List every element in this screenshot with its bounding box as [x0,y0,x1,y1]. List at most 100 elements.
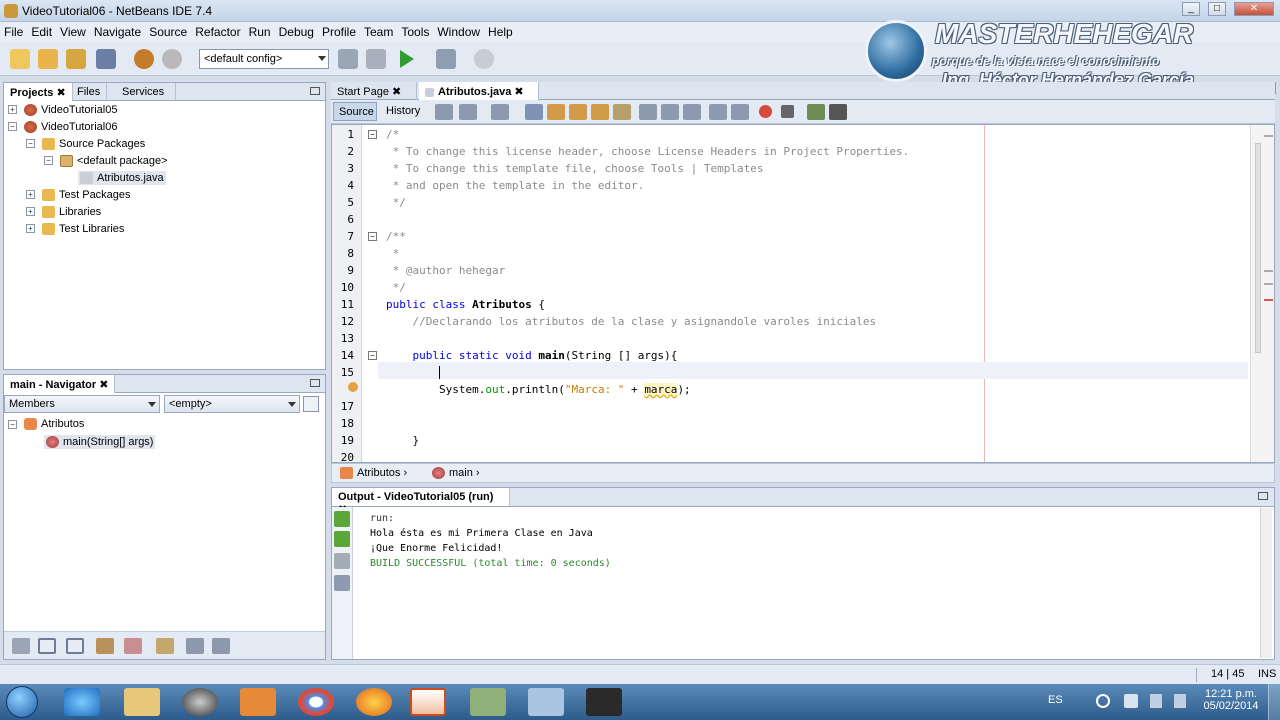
menu-tools[interactable]: Tools [397,22,433,39]
start-macro-icon[interactable] [759,105,772,118]
tab-start-page[interactable]: Start Page ✖ [331,82,417,100]
collapse-icon[interactable]: − [44,156,53,165]
sort-icon[interactable] [156,638,174,654]
filter-inherited-icon[interactable] [38,638,56,654]
volume-icon[interactable] [1174,694,1186,708]
comment-icon[interactable] [807,104,825,120]
fold-toggle-icon[interactable]: − [368,232,377,241]
menu-help[interactable]: Help [484,22,517,39]
close-icon[interactable]: ✖ [514,86,523,98]
history-subtab[interactable]: History [381,102,427,121]
debug-project-icon[interactable] [436,49,456,69]
battery-icon[interactable] [1150,694,1162,708]
menu-window[interactable]: Window [433,22,484,39]
menu-team[interactable]: Team [360,22,397,39]
save-all-icon[interactable] [96,49,116,69]
menu-refactor[interactable]: Refactor [191,22,244,39]
code-editor[interactable]: 1 2 3 4 5 6 7 8 9 10 11 12 13 14 15 17 1… [331,124,1275,464]
show-desktop-button[interactable] [1268,684,1280,720]
tab-services[interactable]: Services [116,83,176,101]
profile-project-icon[interactable] [474,49,494,69]
filter-fields-icon[interactable] [12,638,30,654]
source-subtab[interactable]: Source [333,102,377,121]
stop-macro-icon[interactable] [781,105,794,118]
menu-file[interactable]: File [0,22,27,39]
members-select[interactable]: Members [4,395,160,413]
tab-output[interactable]: Output - VideoTutorial05 (run) ✖ [332,488,510,516]
tree-project-videotutorial06[interactable]: VideoTutorial06 [24,121,117,134]
menu-profile[interactable]: Profile [318,22,360,39]
expand-icon[interactable]: + [8,105,17,114]
close-icon[interactable]: ✖ [392,86,401,98]
virtualbox-icon[interactable] [528,688,564,716]
undo-icon[interactable] [134,49,154,69]
stop-icon[interactable] [334,553,350,569]
network-icon[interactable] [1096,694,1110,708]
tab-projects[interactable]: Projects ✖ [4,83,73,101]
tree-source-packages[interactable]: Source Packages [42,138,145,151]
sort-source-icon[interactable] [212,638,230,654]
language-indicator[interactable]: ES [1048,694,1063,706]
menu-view[interactable]: View [56,22,90,39]
panel-minimize-icon[interactable] [310,379,320,387]
sort-name-icon[interactable] [186,638,204,654]
camera-app-icon[interactable] [586,688,622,716]
navigator-options-icon[interactable] [303,396,319,412]
expand-icon[interactable]: + [26,224,35,233]
clean-build-icon[interactable] [366,49,386,69]
notes-app-icon[interactable] [470,688,506,716]
clock[interactable]: 12:21 p.m. 05/02/2014 [1200,688,1262,712]
close-button[interactable]: ✕ [1234,2,1274,16]
menu-navigate[interactable]: Navigate [90,22,145,39]
last-edit-icon[interactable] [435,104,453,120]
find-selection-icon[interactable] [525,104,543,120]
find-next-icon[interactable] [569,104,587,120]
tab-navigator[interactable]: main - Navigator ✖ [4,375,116,393]
media-player-icon[interactable] [240,688,276,716]
breadcrumb-method[interactable]: main › [432,467,480,480]
maximize-button[interactable]: □ [1208,2,1226,16]
find-previous-icon[interactable] [547,104,565,120]
settings-icon[interactable] [334,575,350,591]
filter-select[interactable]: <empty> [164,395,300,413]
forward-icon[interactable] [491,104,509,120]
tree-libraries[interactable]: Libraries [42,206,101,219]
output-console[interactable]: run: Hola ésta es mi Primera Clase en Ja… [354,507,1254,657]
filter-static-icon[interactable] [66,638,84,654]
rerun-icon[interactable] [334,511,350,527]
filter-nonpublic-icon[interactable] [96,638,114,654]
close-icon[interactable]: ✖ [99,379,108,391]
flag-icon[interactable] [1124,694,1138,708]
nav-class-atributos[interactable]: Atributos [24,418,84,431]
menu-source[interactable]: Source [145,22,191,39]
close-icon[interactable]: ✖ [56,87,65,99]
shift-left-icon[interactable] [709,104,727,120]
minimize-button[interactable]: _ [1182,2,1200,16]
new-file-icon[interactable] [10,49,30,69]
panel-minimize-icon[interactable] [1258,492,1268,500]
output-scrollbar[interactable] [1260,508,1272,658]
clock-app-icon[interactable] [182,688,218,716]
expand-icon[interactable]: + [26,207,35,216]
open-project-icon[interactable] [66,49,86,69]
tree-test-packages[interactable]: Test Packages [42,189,131,202]
toggle-highlight-icon[interactable] [591,104,609,120]
office-app-icon[interactable] [410,688,446,716]
collapse-icon[interactable]: − [8,122,17,131]
internet-explorer-icon[interactable] [64,688,100,716]
warning-icon[interactable] [348,382,358,392]
chrome-icon[interactable] [298,688,334,716]
menu-run[interactable]: Run [245,22,275,39]
toggle-rect-selection-icon[interactable] [613,104,631,120]
back-icon[interactable] [459,104,477,120]
tab-files[interactable]: Files [71,83,108,101]
tab-atributos-java[interactable]: Atributos.java ✖ [419,82,539,100]
start-button-icon[interactable] [6,686,38,718]
file-explorer-icon[interactable] [124,688,160,716]
expand-icon[interactable]: + [26,190,35,199]
tree-test-libraries[interactable]: Test Libraries [42,223,124,236]
nav-method-main[interactable]: main(String[] args) [44,435,156,450]
new-project-icon[interactable] [38,49,58,69]
panel-minimize-icon[interactable] [310,87,320,95]
run-project-icon[interactable] [400,50,414,68]
